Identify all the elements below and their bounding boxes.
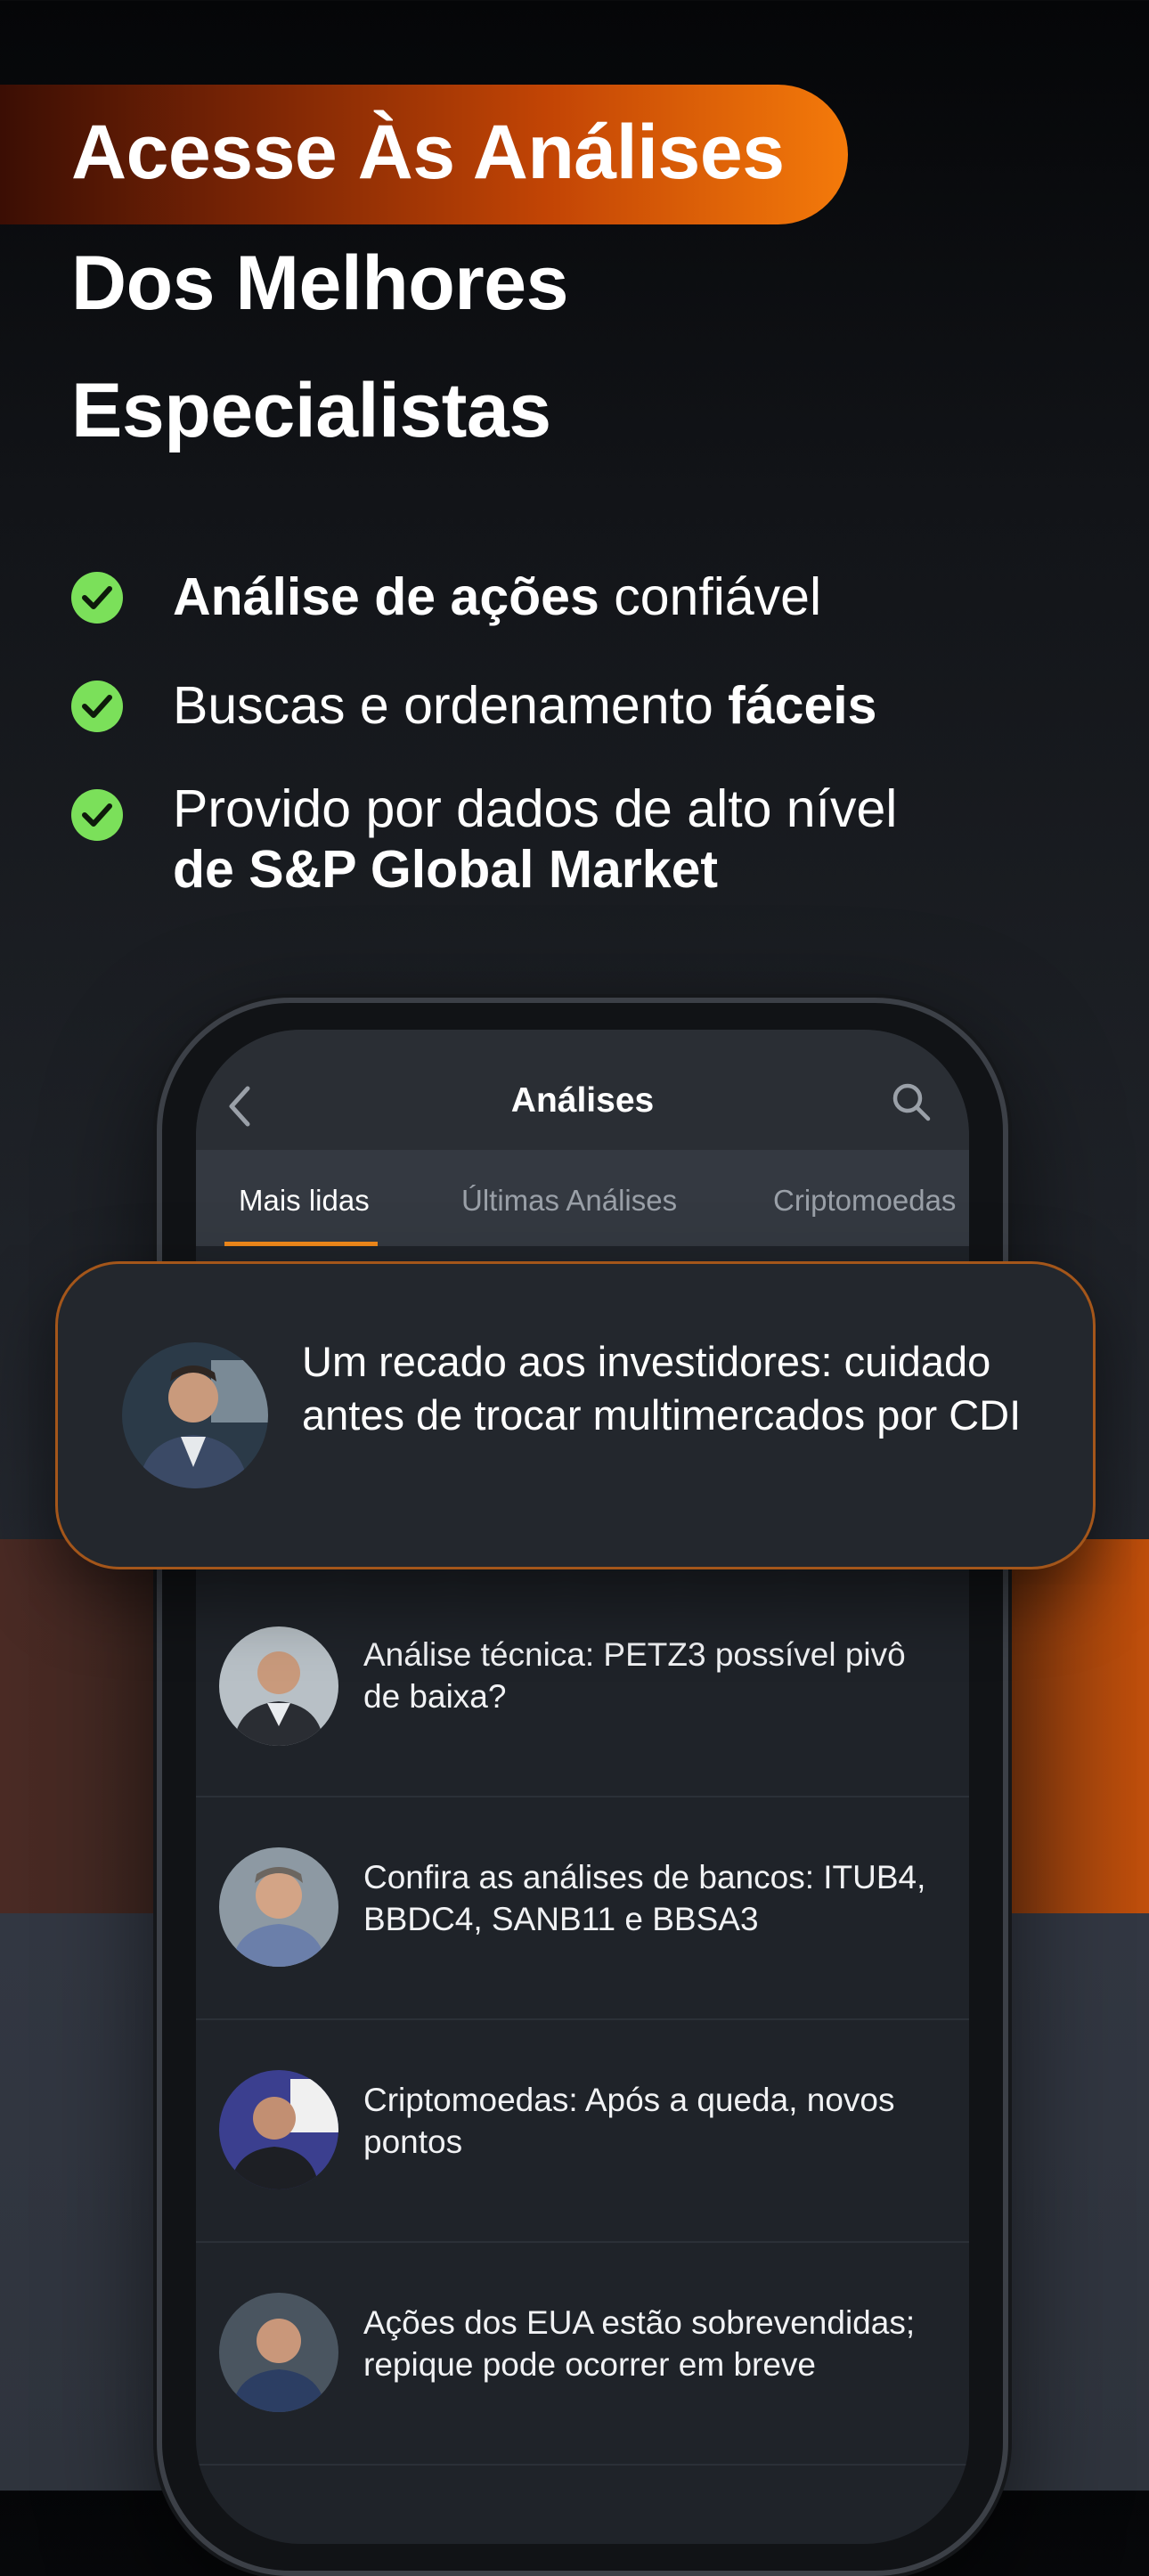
- search-icon[interactable]: [891, 1081, 932, 1127]
- tab-mais-lidas[interactable]: Mais lidas: [239, 1184, 370, 1218]
- phone-mockup: Análises Mais lidas Últimas Análises Cri…: [157, 998, 1008, 2576]
- check-icon: [71, 789, 123, 841]
- avatar: [219, 2070, 338, 2189]
- list-item-title: Ações dos EUA estão sobrevendidas; repiq…: [363, 2304, 916, 2383]
- list-item[interactable]: Criptomoedas: Após a queda, novos pontos: [196, 2018, 969, 2243]
- check-icon: [71, 681, 123, 732]
- tab-bar: Mais lidas Últimas Análises Criptomoedas: [196, 1150, 969, 1246]
- list-item[interactable]: Ações dos EUA estão sobrevendidas; repiq…: [196, 2241, 969, 2466]
- avatar: [219, 1847, 338, 1967]
- list-item-title: Análise técnica: PETZ3 possível pivô de …: [363, 1636, 906, 1715]
- check-icon: [71, 572, 123, 624]
- list-item-title: Confira as análises de bancos: ITUB4, BB…: [363, 1859, 926, 1937]
- phone-screen: Análises Mais lidas Últimas Análises Cri…: [196, 1030, 969, 2544]
- list-item-title: Criptomoedas: Após a queda, novos pontos: [363, 2082, 895, 2160]
- tab-ultimas-analises[interactable]: Últimas Análises: [461, 1184, 677, 1218]
- feature-text: Análise de ações confiável: [173, 567, 822, 626]
- avatar: [122, 1342, 268, 1488]
- page-title: Análises: [510, 1081, 655, 1120]
- list-item[interactable]: Análise técnica: PETZ3 possível pivô de …: [196, 1573, 969, 1797]
- featured-analysis-title: Um recado aos investidores: cuidado ante…: [302, 1338, 1022, 1439]
- headline-line-2: Dos Melhores: [71, 240, 568, 326]
- tab-criptomoedas[interactable]: Criptomoedas: [773, 1184, 956, 1218]
- avatar: [219, 1626, 338, 1746]
- feature-text: Provido por dados de alto nível de S&P Gl…: [173, 779, 898, 899]
- avatar: [219, 2293, 338, 2412]
- feature-text: Buscas e ordenamento fáceis: [173, 676, 877, 735]
- featured-analysis-card[interactable]: Um recado aos investidores: cuidado ante…: [55, 1261, 1096, 1569]
- headline-line-3: Especialistas: [71, 368, 551, 453]
- headline-line-1: Acesse Às Análises: [71, 110, 785, 195]
- tab-active-indicator: [224, 1242, 378, 1246]
- list-item[interactable]: Confira as análises de bancos: ITUB4, BB…: [196, 1796, 969, 2020]
